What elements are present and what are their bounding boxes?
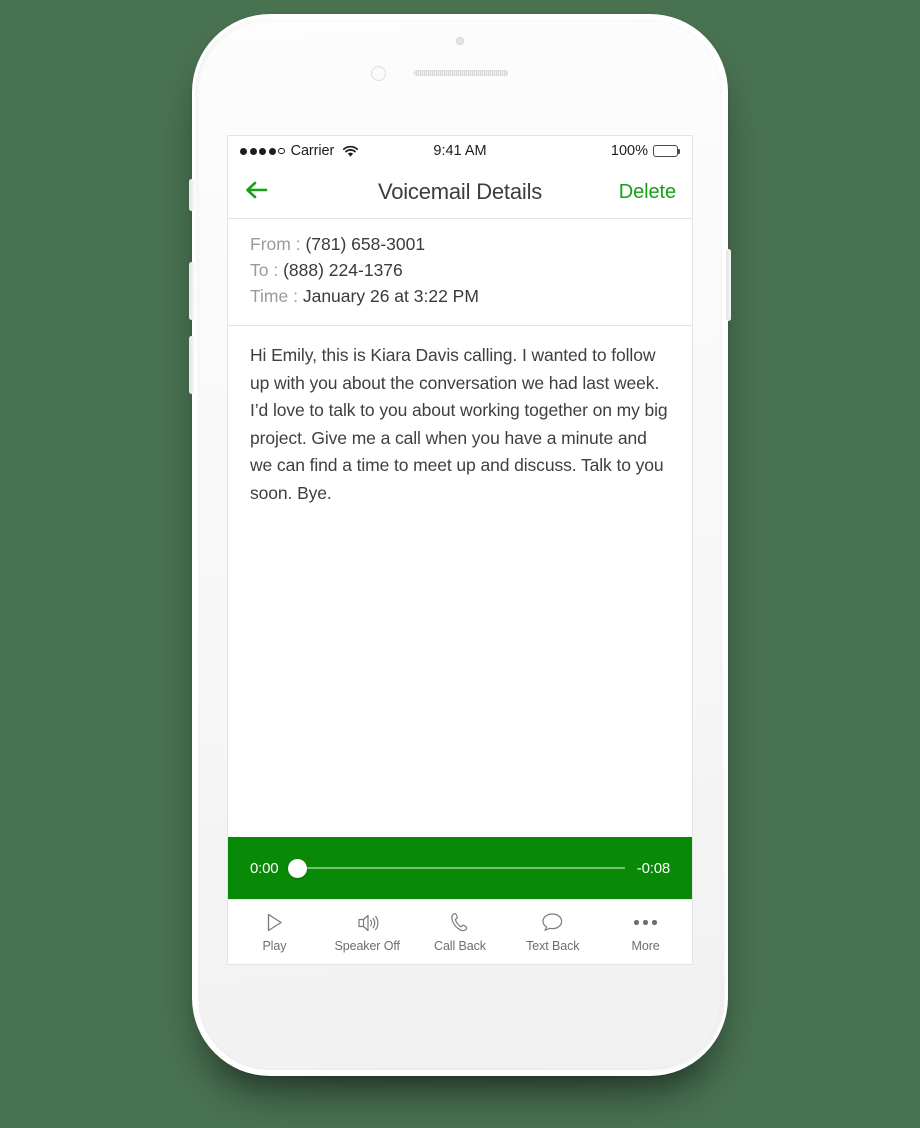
call-back-button[interactable]: Call Back — [414, 900, 507, 964]
volume-down-button[interactable] — [189, 336, 194, 394]
play-icon — [263, 911, 286, 934]
volume-up-button[interactable] — [189, 262, 194, 320]
phone-icon — [448, 911, 471, 934]
transcript-area[interactable]: Hi Emily, this is Kiara Davis calling. I… — [228, 326, 692, 837]
status-bar: Carrier 9:41 AM 100% — [228, 136, 692, 166]
to-label: To : — [250, 260, 279, 280]
from-label: From : — [250, 234, 301, 254]
remaining-time-label: -0:08 — [636, 859, 670, 877]
text-back-label: Text Back — [526, 939, 580, 953]
speaker-label: Speaker Off — [334, 939, 400, 953]
battery-percent-label: 100% — [610, 143, 648, 159]
voicemail-metadata: From : (781) 658-3001 To : (888) 224-137… — [228, 218, 692, 326]
back-button[interactable] — [244, 179, 270, 206]
silent-switch-button[interactable] — [189, 179, 194, 211]
scrubber-thumb[interactable] — [288, 858, 308, 878]
signal-strength-icon — [240, 147, 285, 155]
more-label: More — [631, 939, 660, 953]
phone-screen: Carrier 9:41 AM 100% Voicemail Details D… — [228, 136, 692, 964]
power-button[interactable] — [726, 249, 731, 321]
text-back-button[interactable]: Text Back — [506, 900, 599, 964]
message-bubble-icon — [540, 911, 565, 934]
from-value: (781) 658-3001 — [305, 234, 426, 254]
to-value: (888) 224-1376 — [283, 260, 403, 280]
status-bar-left: Carrier — [240, 143, 359, 159]
delete-button[interactable]: Delete — [619, 181, 676, 204]
time-label: Time : — [250, 286, 298, 306]
navigation-bar: Voicemail Details Delete — [228, 166, 692, 218]
metadata-row-from: From : (781) 658-3001 — [250, 231, 670, 257]
play-label: Play — [262, 939, 287, 953]
time-value: January 26 at 3:22 PM — [302, 286, 479, 306]
carrier-label: Carrier — [290, 143, 335, 159]
phone-device-frame: Carrier 9:41 AM 100% Voicemail Details D… — [189, 14, 731, 1076]
audio-player-bar: 0:00 -0:08 — [228, 837, 692, 899]
play-button[interactable]: Play — [228, 900, 321, 964]
speaker-icon — [354, 911, 380, 934]
more-button[interactable]: More — [599, 900, 692, 964]
scrubber-track — [290, 867, 625, 869]
wifi-icon — [342, 145, 359, 158]
transcript-text: Hi Emily, this is Kiara Davis calling. I… — [250, 345, 673, 503]
ellipsis-icon — [634, 911, 657, 934]
arrow-left-icon — [244, 179, 270, 206]
earpiece-speaker-grille — [414, 70, 508, 76]
status-bar-right: 100% — [610, 143, 681, 159]
call-back-label: Call Back — [434, 939, 486, 953]
front-camera-lens — [456, 37, 464, 45]
battery-icon — [653, 145, 681, 157]
action-toolbar: Play Speaker Off Call Back Text Back Mor… — [228, 899, 692, 964]
playback-scrubber[interactable] — [288, 857, 625, 879]
elapsed-time-label: 0:00 — [250, 859, 279, 877]
metadata-row-to: To : (888) 224-1376 — [250, 257, 670, 283]
metadata-row-time: Time : January 26 at 3:22 PM — [250, 283, 670, 309]
proximity-sensor — [371, 66, 386, 81]
speaker-toggle-button[interactable]: Speaker Off — [321, 900, 414, 964]
